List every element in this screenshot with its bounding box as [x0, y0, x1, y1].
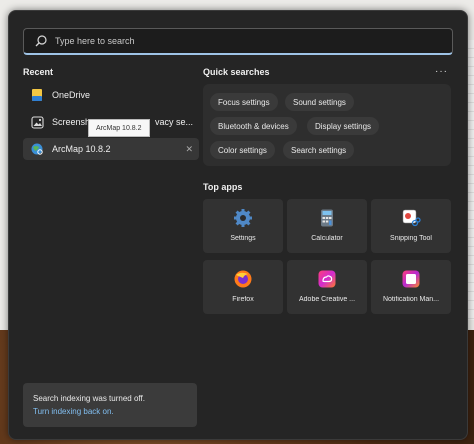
app-tile-label: Calculator: [311, 235, 343, 242]
top-apps-title: Top apps: [203, 182, 243, 192]
search-input[interactable]: [53, 35, 437, 47]
indexing-message: Search indexing was turned off.: [33, 394, 145, 403]
chip-bluetooth-devices[interactable]: Bluetooth & devices: [210, 117, 297, 135]
start-search-panel: Recent OneDrive Screensh vacy se...: [8, 10, 468, 440]
app-tile-snipping-tool[interactable]: Snipping Tool: [371, 199, 451, 253]
app-tile-label: Adobe Creative ...: [298, 296, 356, 303]
recent-item-arcmap[interactable]: ArcMap 10.8.2 ✕: [23, 138, 199, 160]
more-options-icon[interactable]: ···: [435, 66, 448, 77]
quick-searches-panel: Focus settings Sound settings Bluetooth …: [203, 84, 451, 166]
settings-icon: [234, 209, 252, 227]
app-tile-firefox[interactable]: Firefox: [203, 260, 283, 314]
recent-item-label: Screensh: [52, 117, 91, 127]
adobe-creative-cloud-icon: [318, 270, 336, 288]
recent-title: Recent: [23, 67, 54, 77]
chip-sound-settings[interactable]: Sound settings: [285, 93, 354, 111]
notification-manager-icon: [402, 270, 420, 288]
calculator-icon: [321, 209, 333, 227]
chip-display-settings[interactable]: Display settings: [307, 117, 380, 135]
onedrive-icon: [30, 88, 44, 102]
app-tile-label: Snipping Tool: [390, 235, 432, 242]
app-tile-notification-manager[interactable]: Notification Man...: [371, 260, 451, 314]
turn-indexing-on-link[interactable]: Turn indexing back on.: [33, 407, 114, 416]
snipping-tool-icon: [402, 209, 421, 227]
app-tile-calculator[interactable]: Calculator: [287, 199, 367, 253]
firefox-icon: [234, 270, 252, 288]
tooltip: ArcMap 10.8.2: [88, 119, 150, 137]
recent-item-label-tail: vacy se...: [155, 117, 194, 127]
app-tile-adobe-creative-cloud[interactable]: Adobe Creative ...: [287, 260, 367, 314]
chip-search-settings[interactable]: Search settings: [283, 141, 355, 159]
search-box[interactable]: [23, 28, 453, 55]
arcmap-icon: [30, 142, 44, 156]
recent-item-onedrive[interactable]: OneDrive: [23, 84, 199, 106]
search-icon: [35, 35, 47, 47]
recent-item-label: OneDrive: [52, 90, 91, 100]
quick-searches-title: Quick searches: [203, 67, 270, 77]
app-tile-settings[interactable]: Settings: [203, 199, 283, 253]
app-tile-label: Firefox: [232, 296, 254, 303]
recent-item-label: ArcMap 10.8.2: [52, 144, 111, 154]
chip-color-settings[interactable]: Color settings: [210, 141, 275, 159]
app-tile-label: Notification Man...: [382, 296, 440, 303]
indexing-notice: Search indexing was turned off. Turn ind…: [23, 383, 197, 427]
chip-focus-settings[interactable]: Focus settings: [210, 93, 278, 111]
remove-recent-icon[interactable]: ✕: [185, 144, 193, 155]
image-file-icon: [30, 115, 44, 129]
app-tile-label: Settings: [230, 235, 256, 242]
